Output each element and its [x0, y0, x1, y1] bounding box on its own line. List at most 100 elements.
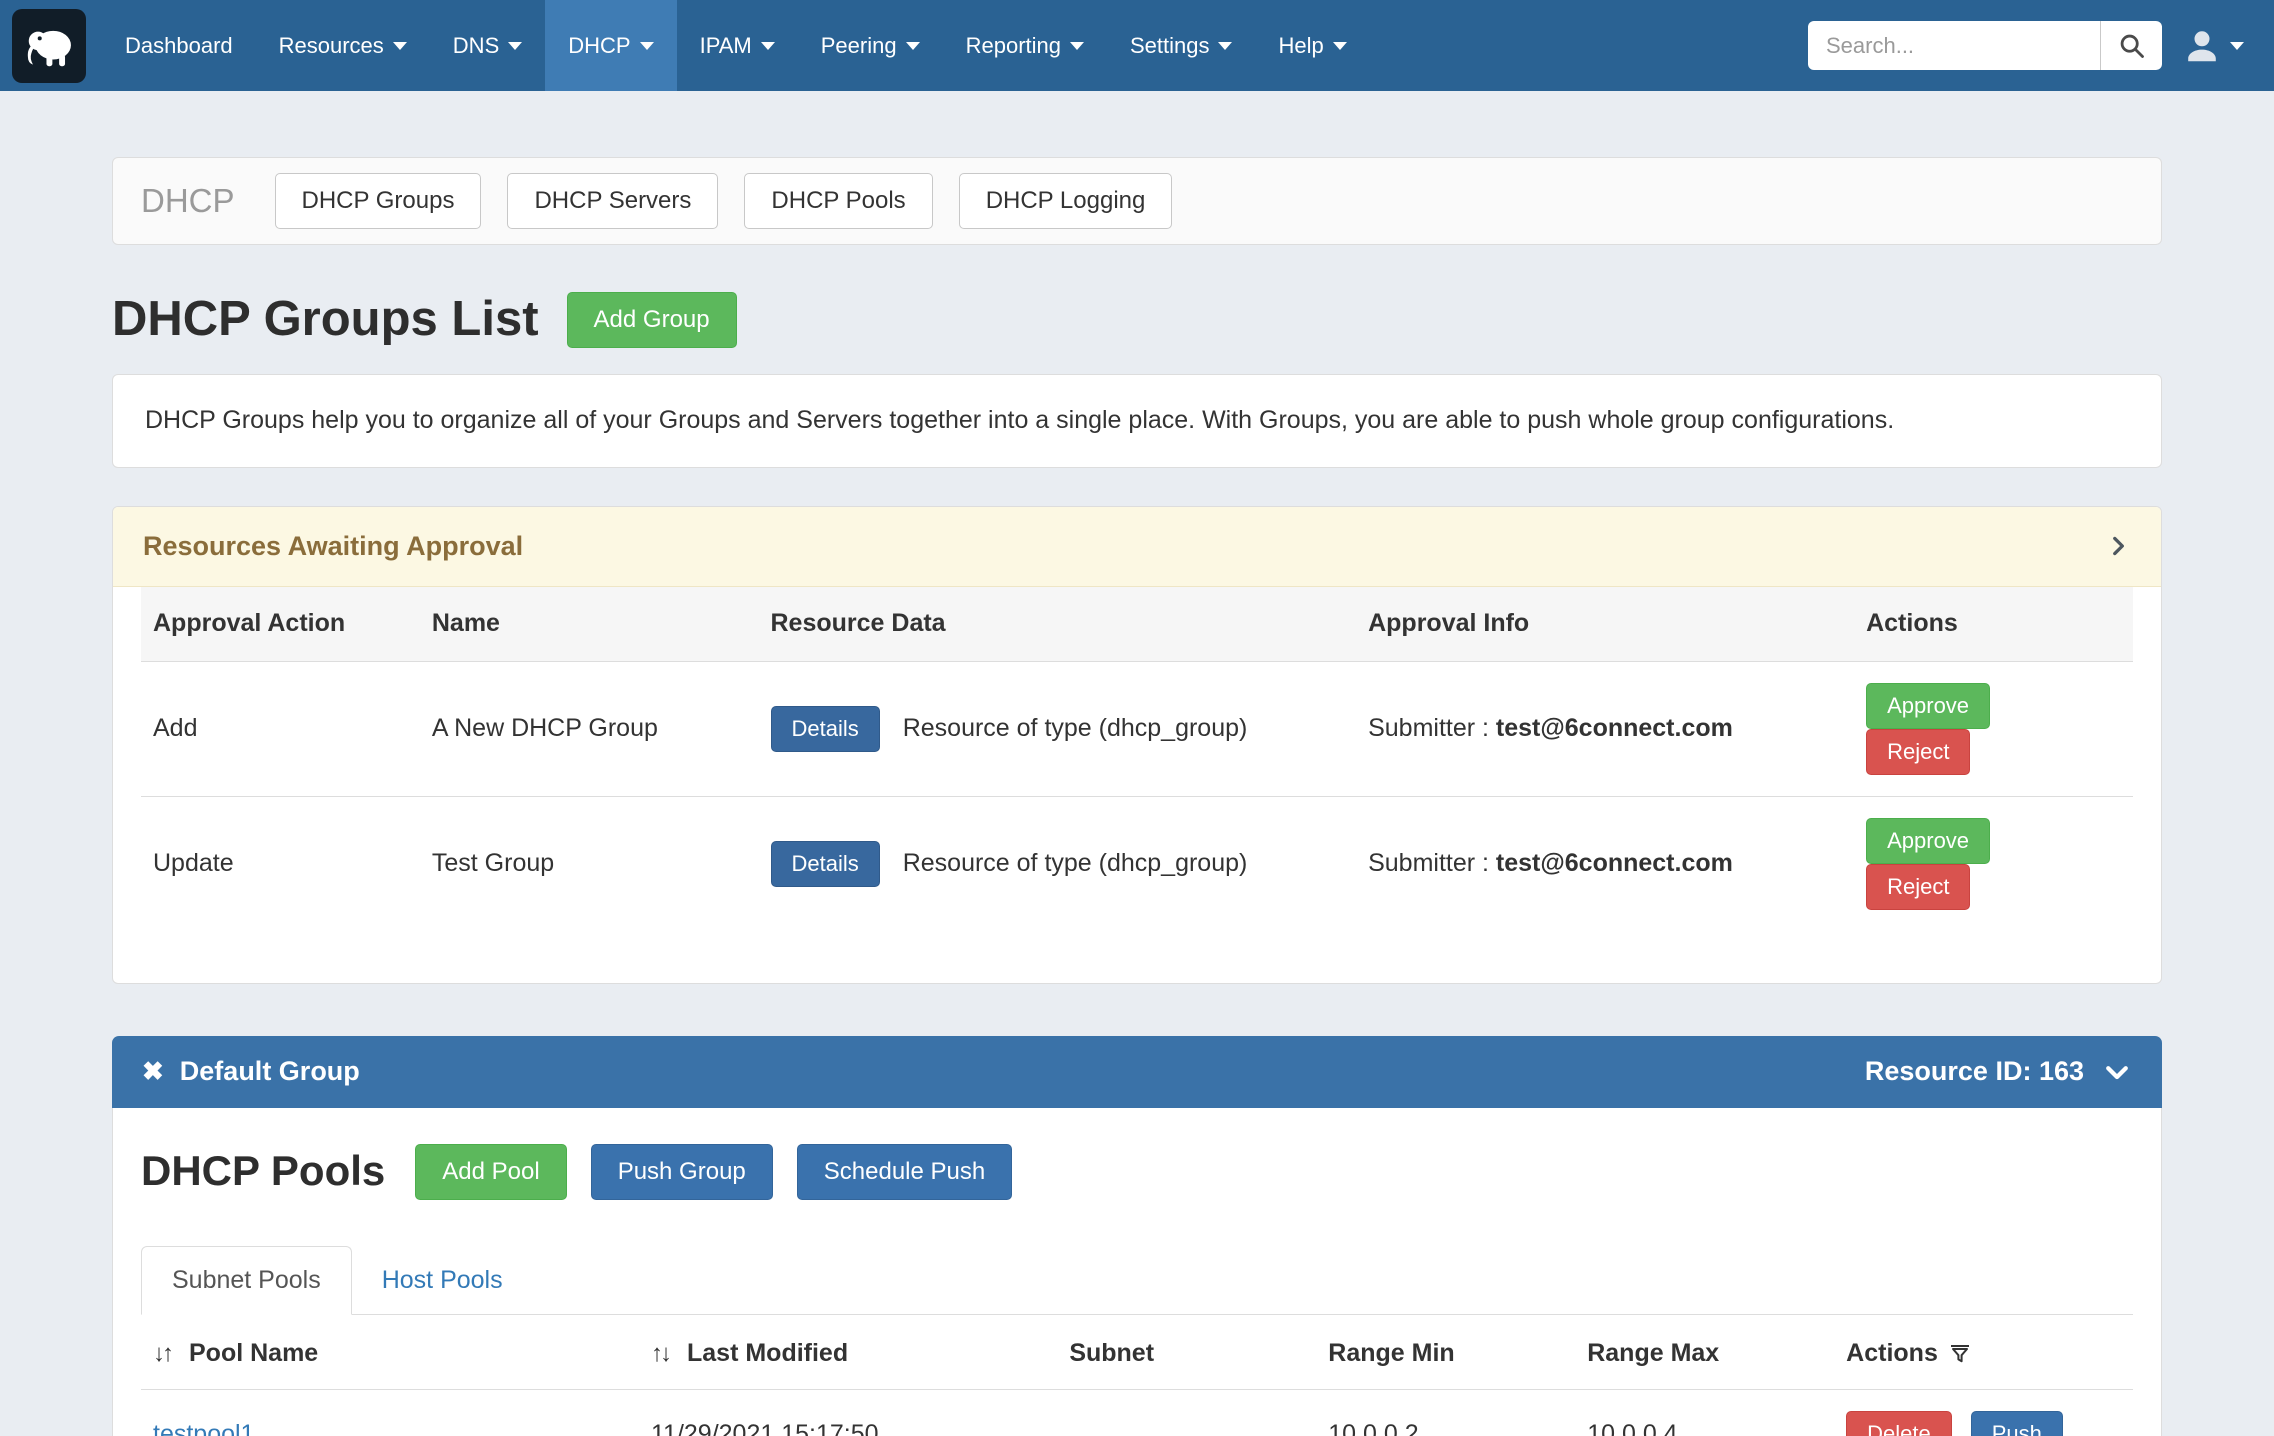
- approval-info-cell: Submitter : test@6connect.com: [1356, 796, 1854, 931]
- nav-label: DHCP: [568, 32, 630, 60]
- approval-header-row: Approval Action Name Resource Data Appro…: [141, 587, 2133, 661]
- caret-down-icon: [906, 42, 920, 50]
- details-button[interactable]: Details: [771, 706, 880, 752]
- approval-table-wrap: Approval Action Name Resource Data Appro…: [113, 587, 2161, 982]
- pool-tabs: Subnet Pools Host Pools: [141, 1246, 2133, 1315]
- chevron-right-icon[interactable]: [2105, 533, 2131, 559]
- sort-icon: ↑↓: [651, 1339, 669, 1369]
- caret-down-icon: [761, 42, 775, 50]
- mammoth-icon: [22, 19, 76, 73]
- top-navbar: Dashboard Resources DNS DHCP IPAM Peerin…: [0, 0, 2274, 91]
- pool-range-min-cell: 10.0.0.2: [1316, 1390, 1575, 1436]
- delete-button[interactable]: Delete: [1846, 1411, 1952, 1436]
- reject-button[interactable]: Reject: [1866, 729, 1970, 775]
- col-approval-info: Approval Info: [1356, 587, 1854, 661]
- nav-item-ipam[interactable]: IPAM: [677, 0, 798, 91]
- caret-down-icon: [640, 42, 654, 50]
- group-panel-body: DHCP Pools Add Pool Push Group Schedule …: [112, 1108, 2162, 1436]
- approval-row: Update Test Group Details Resource of ty…: [141, 796, 2133, 931]
- search-group: [1808, 21, 2162, 70]
- resource-id-label: Resource ID: 163: [1865, 1055, 2084, 1089]
- approval-info-cell: Submitter : test@6connect.com: [1356, 661, 1854, 796]
- user-icon: [2184, 28, 2220, 64]
- add-pool-button[interactable]: Add Pool: [415, 1144, 566, 1200]
- caret-down-icon: [1070, 42, 1084, 50]
- caret-down-icon: [393, 42, 407, 50]
- submitter-email: test@6connect.com: [1496, 714, 1733, 742]
- dhcp-logging-button[interactable]: DHCP Logging: [959, 173, 1173, 229]
- approval-panel-header: Resources Awaiting Approval: [113, 507, 2161, 588]
- provision-logo[interactable]: [12, 9, 86, 83]
- col-label: Last Modified: [687, 1338, 848, 1369]
- nav-item-dhcp[interactable]: DHCP: [545, 0, 676, 91]
- col-last-modified[interactable]: ↑↓ Last Modified: [639, 1315, 1057, 1390]
- col-resource-data: Resource Data: [759, 587, 1357, 661]
- approve-button[interactable]: Approve: [1866, 683, 1990, 729]
- approval-panel-title: Resources Awaiting Approval: [143, 530, 523, 564]
- push-button[interactable]: Push: [1971, 1411, 2063, 1436]
- group-title: Default Group: [180, 1055, 360, 1089]
- caret-down-icon: [1333, 42, 1347, 50]
- dhcp-groups-button[interactable]: DHCP Groups: [275, 173, 482, 229]
- dhcp-servers-button[interactable]: DHCP Servers: [507, 173, 718, 229]
- user-menu[interactable]: [2184, 28, 2244, 64]
- approval-action-cell: Update: [141, 796, 420, 931]
- nav-item-reporting[interactable]: Reporting: [943, 0, 1107, 91]
- nav-item-settings[interactable]: Settings: [1107, 0, 1256, 91]
- dhcp-pools-button[interactable]: DHCP Pools: [744, 173, 932, 229]
- schedule-push-button[interactable]: Schedule Push: [797, 1144, 1012, 1200]
- col-subnet: Subnet: [1057, 1315, 1316, 1390]
- col-range-min: Range Min: [1316, 1315, 1575, 1390]
- navbar-right: [1808, 21, 2274, 70]
- col-pool-name[interactable]: ↓↑ Pool Name: [141, 1315, 639, 1390]
- group-header-left: ✖ Default Group: [142, 1055, 360, 1089]
- details-button[interactable]: Details: [771, 841, 880, 887]
- submitter-email: test@6connect.com: [1496, 849, 1733, 877]
- nav-item-help[interactable]: Help: [1255, 0, 1369, 91]
- nav-item-dashboard[interactable]: Dashboard: [102, 0, 256, 91]
- nav-item-peering[interactable]: Peering: [798, 0, 943, 91]
- close-icon[interactable]: ✖: [142, 1055, 164, 1088]
- approval-name-cell: Test Group: [420, 796, 759, 931]
- chevron-down-icon[interactable]: [2102, 1057, 2132, 1087]
- pool-modified-cell: 11/29/2021 15:17:50: [639, 1390, 1057, 1436]
- search-input[interactable]: [1808, 21, 2100, 70]
- approve-button[interactable]: Approve: [1866, 818, 1990, 864]
- pools-title: DHCP Pools: [141, 1145, 385, 1198]
- nav-label: Reporting: [966, 32, 1061, 60]
- approval-actions-cell: Approve Reject: [1854, 796, 2133, 931]
- pool-row: testpool1 11/29/2021 15:17:50 10.0.0.2 1…: [141, 1390, 2133, 1436]
- nav-label: IPAM: [700, 32, 752, 60]
- pool-actions-cell: Delete Push: [1834, 1390, 2133, 1436]
- approval-action-cell: Add: [141, 661, 420, 796]
- main-nav: Dashboard Resources DNS DHCP IPAM Peerin…: [102, 0, 1370, 91]
- push-group-button[interactable]: Push Group: [591, 1144, 773, 1200]
- nav-label: Dashboard: [125, 32, 233, 60]
- nav-label: Peering: [821, 32, 897, 60]
- approval-name-cell: A New DHCP Group: [420, 661, 759, 796]
- nav-item-resources[interactable]: Resources: [256, 0, 430, 91]
- pool-range-max-cell: 10.0.0.4: [1575, 1390, 1834, 1436]
- tab-subnet-pools[interactable]: Subnet Pools: [141, 1246, 352, 1315]
- description-panel: DHCP Groups help you to organize all of …: [112, 374, 2162, 467]
- approval-table: Approval Action Name Resource Data Appro…: [141, 587, 2133, 930]
- resource-type-text: Resource of type (dhcp_group): [903, 714, 1248, 742]
- approval-panel: Resources Awaiting Approval Approval Act…: [112, 506, 2162, 984]
- nav-label: Resources: [279, 32, 384, 60]
- nav-label: Settings: [1130, 32, 1210, 60]
- add-group-button[interactable]: Add Group: [567, 292, 737, 348]
- caret-down-icon: [508, 42, 522, 50]
- filter-icon[interactable]: [1948, 1342, 1972, 1366]
- col-pool-actions: Actions: [1834, 1315, 2133, 1390]
- search-button[interactable]: [2100, 21, 2162, 70]
- tab-host-pools[interactable]: Host Pools: [352, 1247, 533, 1314]
- nav-label: Help: [1278, 32, 1323, 60]
- nav-item-dns[interactable]: DNS: [430, 0, 545, 91]
- nav-label: DNS: [453, 32, 499, 60]
- group-header-right: Resource ID: 163: [1865, 1055, 2132, 1089]
- caret-down-icon: [2230, 42, 2244, 50]
- pool-name-link[interactable]: testpool1: [153, 1420, 254, 1436]
- col-name: Name: [420, 587, 759, 661]
- page-title: DHCP Groups List: [112, 289, 539, 350]
- reject-button[interactable]: Reject: [1866, 864, 1970, 910]
